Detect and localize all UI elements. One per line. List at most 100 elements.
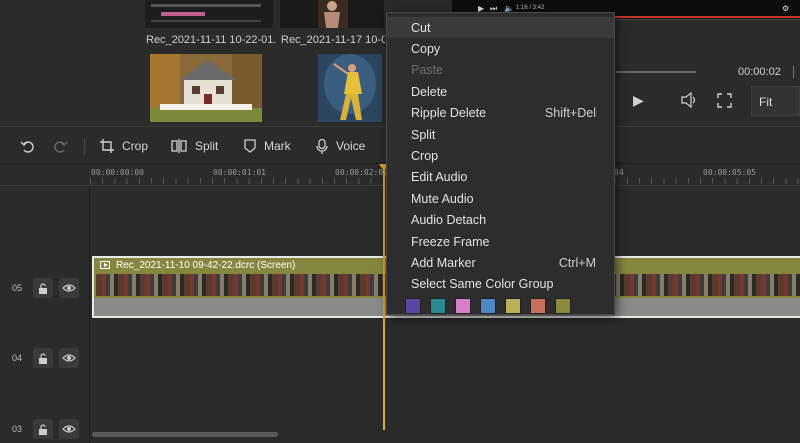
menu-item-label: Paste [411, 63, 443, 78]
track-header-05: 05 [0, 274, 90, 304]
volume-icon[interactable] [680, 91, 698, 111]
color-swatch[interactable] [405, 298, 421, 315]
clip-context-menu: Cut Copy Paste Delete Ripple Delete Shif… [386, 12, 615, 315]
mini-settings-icon[interactable]: ⚙ [782, 4, 789, 13]
undo-icon [20, 141, 34, 153]
player-progress-track[interactable] [616, 71, 696, 73]
color-swatch[interactable] [505, 298, 521, 315]
mini-time-readout: 1:16 / 3:42 [516, 5, 545, 11]
menu-item-audio-detach[interactable]: Audio Detach [387, 210, 614, 231]
lock-icon [39, 282, 47, 294]
visibility-track-button[interactable] [59, 348, 79, 368]
media-thumbnail-screen-recording-1[interactable] [145, 0, 273, 28]
timeline-horizontal-scrollbar[interactable] [92, 432, 278, 437]
color-swatch[interactable] [555, 298, 571, 315]
menu-item-cut[interactable]: Cut [387, 17, 614, 39]
color-swatch[interactable] [480, 298, 496, 315]
menu-item-label: Delete [411, 84, 448, 99]
crop-button[interactable]: Crop [100, 127, 148, 165]
menu-item-label: Ripple Delete [411, 106, 487, 121]
ruler-tick-label: 00:00:01:01 [213, 168, 266, 177]
track-number: 03 [12, 424, 23, 434]
menu-item-label: Crop [411, 149, 439, 164]
video-clip-icon [100, 261, 110, 269]
menu-item-freeze-frame[interactable]: Freeze Frame [387, 231, 614, 252]
dancer-image [318, 0, 348, 28]
microphone-icon [316, 138, 328, 154]
current-time: 00:00:02 [738, 66, 781, 78]
media-library: Rec_2021-11-11 10-22-01... Rec_2021-11-1… [0, 0, 440, 126]
menu-item-label: Edit Audio [411, 170, 468, 185]
menu-item-label: Audio Detach [411, 213, 487, 228]
voice-button[interactable]: Voice [316, 127, 365, 165]
media-caption-1: Rec_2021-11-11 10-22-01... [146, 34, 276, 46]
media-thumbnail-dancer-1[interactable] [280, 0, 384, 28]
mark-label: Mark [264, 139, 291, 153]
menu-item-split[interactable]: Split [387, 124, 614, 145]
menu-item-edit-audio[interactable]: Edit Audio [387, 167, 614, 188]
mark-button[interactable]: Mark [244, 127, 291, 165]
play-icon[interactable]: ▶ [633, 92, 644, 109]
color-swatch[interactable] [530, 298, 546, 315]
lock-icon [39, 423, 47, 435]
crop-label: Crop [122, 139, 149, 153]
menu-item-paste: Paste [387, 60, 614, 81]
split-label: Split [195, 139, 219, 153]
visibility-track-button[interactable] [59, 419, 79, 439]
split-icon [171, 139, 187, 153]
lock-track-button[interactable] [33, 419, 53, 439]
eye-icon [62, 284, 76, 292]
playhead[interactable] [383, 168, 385, 430]
fullscreen-icon[interactable] [717, 93, 732, 111]
dancer-image [318, 54, 382, 122]
menu-item-label: Cut [411, 20, 431, 35]
marker-icon [244, 139, 256, 153]
lock-track-button[interactable] [33, 348, 53, 368]
media-thumbnail-house[interactable] [150, 54, 262, 122]
track-number: 05 [12, 283, 23, 293]
menu-item-label: Select Same Color Group [411, 277, 554, 292]
menu-item-label: Freeze Frame [411, 234, 490, 249]
track-headers: 05 04 03 [0, 186, 90, 443]
menu-item-mute-audio[interactable]: Mute Audio [387, 188, 614, 209]
menu-item-shortcut: Ctrl+M [558, 255, 596, 270]
time-divider [793, 66, 794, 78]
menu-item-delete[interactable]: Delete [387, 81, 614, 102]
ruler-tick-label: 00:00:00:00 [91, 168, 144, 177]
eye-icon [62, 425, 76, 433]
zoom-fit-label: Fit [759, 95, 773, 109]
color-swatch[interactable] [455, 298, 471, 315]
menu-item-add-marker[interactable]: Add Marker Ctrl+M [387, 252, 614, 273]
menu-item-copy[interactable]: Copy [387, 38, 614, 59]
voice-label: Voice [336, 139, 366, 153]
menu-item-label: Copy [411, 42, 441, 57]
ruler-tick-label: 00:00:05:05 [703, 168, 756, 177]
track-number: 04 [12, 353, 23, 363]
redo-icon [54, 141, 68, 153]
menu-item-select-same-color-group[interactable]: Select Same Color Group [387, 274, 614, 295]
menu-item-label: Split [411, 127, 436, 142]
menu-item-shortcut: Shift+Del [544, 106, 596, 121]
split-button[interactable]: Split [171, 127, 218, 165]
media-caption-2: Rec_2021-11-17 10-05-... [281, 34, 385, 46]
lock-icon [39, 352, 47, 364]
toolbar-divider [84, 139, 85, 155]
undo-button[interactable] [20, 127, 34, 165]
color-swatch-row [387, 295, 614, 315]
visibility-track-button[interactable] [59, 278, 79, 298]
menu-item-crop[interactable]: Crop [387, 145, 614, 166]
media-thumbnail-dancer-2[interactable] [318, 54, 382, 122]
lock-track-button[interactable] [33, 278, 53, 298]
house-image [150, 54, 262, 122]
menu-item-label: Mute Audio [411, 191, 474, 206]
clip-title: Rec_2021-11-10 09-42-22.dcrc (Screen) [116, 259, 296, 271]
zoom-fit-select[interactable]: Fit [751, 86, 800, 116]
track-header-04: 04 [0, 344, 90, 374]
menu-item-label: Add Marker [411, 255, 476, 270]
eye-icon [62, 354, 76, 362]
redo-button[interactable] [54, 127, 68, 165]
track-header-03: 03 [0, 415, 90, 443]
color-swatch[interactable] [430, 298, 446, 315]
menu-item-ripple-delete[interactable]: Ripple Delete Shift+Del [387, 103, 614, 124]
crop-icon [100, 139, 114, 153]
